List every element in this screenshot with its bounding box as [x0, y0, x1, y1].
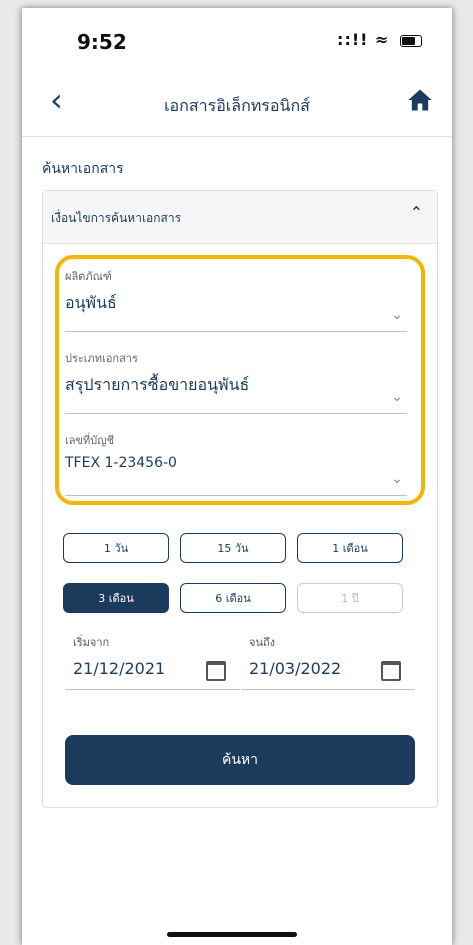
- product-select[interactable]: ผลิตภัณฑ์ อนุพันธ์ ⌄: [65, 267, 407, 332]
- period-chip-3m[interactable]: 3 เดือน: [63, 583, 169, 613]
- product-label: ผลิตภัณฑ์: [65, 270, 112, 283]
- status-time: 9:52: [77, 30, 127, 54]
- wifi-icon: ≈: [375, 30, 390, 49]
- calendar-icon[interactable]: [206, 661, 226, 681]
- section-title: ค้นหาเอกสาร: [42, 161, 124, 177]
- account-select[interactable]: เลขที่บัญชี TFEX 1-23456-0 ⌄: [65, 431, 407, 496]
- home-icon[interactable]: [406, 86, 434, 114]
- page-title: เอกสารอิเล็กทรอนิกส์: [164, 96, 310, 115]
- conditions-header[interactable]: เงื่อนไขการค้นหาเอกสาร ⌃: [43, 191, 437, 244]
- chevron-down-icon: ⌄: [391, 307, 403, 323]
- chevron-down-icon: ⌄: [391, 471, 403, 487]
- period-chip-1y[interactable]: 1 ปี: [297, 583, 403, 613]
- calendar-icon[interactable]: [381, 661, 401, 681]
- end-date-field[interactable]: 21/03/2022: [241, 649, 415, 690]
- period-chip-15d[interactable]: 15 วัน: [180, 533, 286, 563]
- search-button[interactable]: ค้นหา: [65, 735, 415, 785]
- chevron-up-icon[interactable]: ⌃: [410, 203, 423, 222]
- period-chip-1m[interactable]: 1 เดือน: [297, 533, 403, 563]
- period-chip-6m[interactable]: 6 เดือน: [180, 583, 286, 613]
- battery-icon: [400, 34, 422, 47]
- doc-type-select[interactable]: ประเภทเอกสาร สรุปรายการซื้อขายอนุพันธ์ ⌄: [65, 349, 407, 414]
- nav-header: ‹ เอกสารอิเล็กทรอนิกส์: [22, 78, 452, 137]
- account-label: เลขที่บัญชี: [65, 434, 115, 447]
- product-value: อนุพันธ์: [65, 293, 117, 312]
- conditions-label: เงื่อนไขการค้นหาเอกสาร: [51, 211, 182, 225]
- signal-icon: ::!!: [337, 30, 369, 49]
- period-chip-1d[interactable]: 1 วัน: [63, 533, 169, 563]
- chevron-down-icon: ⌄: [391, 389, 403, 405]
- account-value: TFEX 1-23456-0: [65, 455, 177, 471]
- doc-type-value: สรุปรายการซื้อขายอนุพันธ์: [65, 375, 250, 394]
- home-indicator: [167, 932, 297, 937]
- status-icons: ::!! ≈: [337, 30, 422, 49]
- phone-screen: 9:52 ::!! ≈ ‹ เอกสารอิเล็กทรอนิกส์ ค้นหา…: [22, 8, 452, 945]
- end-date-value: 21/03/2022: [249, 659, 342, 678]
- status-bar: 9:52 ::!! ≈: [22, 8, 452, 68]
- start-date-field[interactable]: 21/12/2021: [65, 649, 240, 690]
- doc-type-label: ประเภทเอกสาร: [65, 352, 138, 365]
- search-card: เงื่อนไขการค้นหาเอกสาร ⌃ ผลิตภัณฑ์ อนุพั…: [42, 190, 438, 808]
- start-date-value: 21/12/2021: [73, 659, 166, 678]
